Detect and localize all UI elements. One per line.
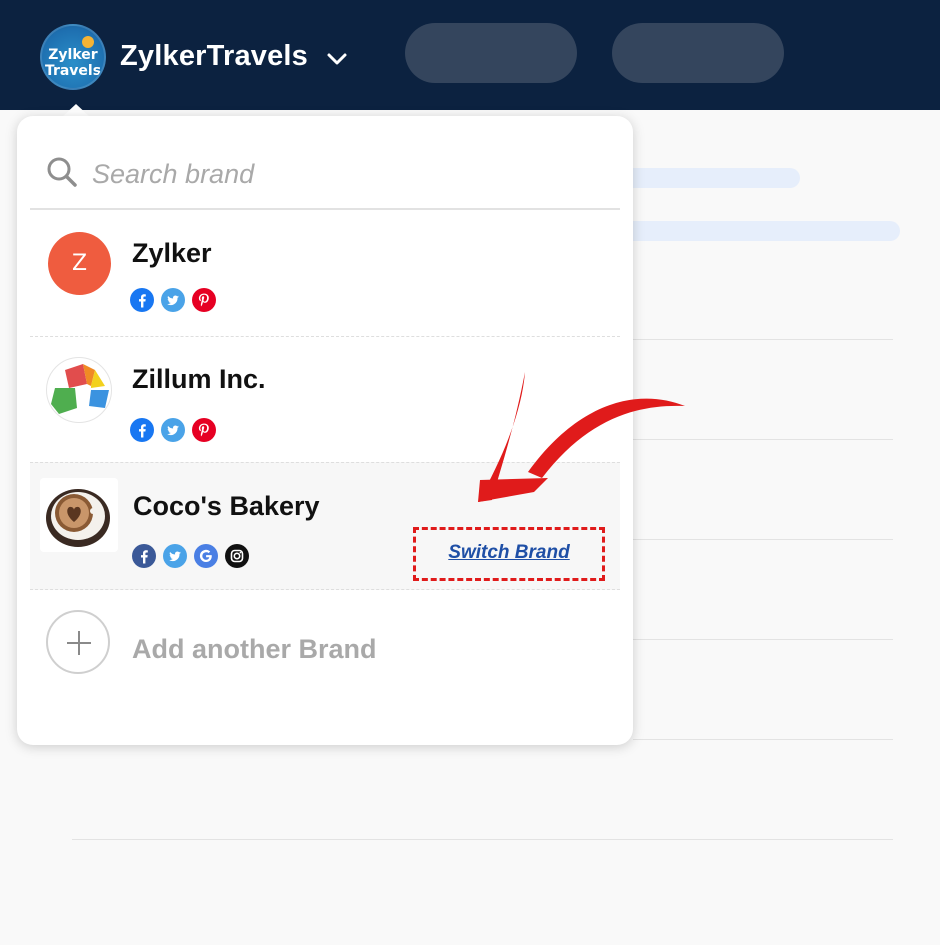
divider xyxy=(633,439,893,440)
nav-placeholder-2[interactable] xyxy=(612,23,784,83)
facebook-icon xyxy=(130,418,154,442)
social-networks xyxy=(132,544,249,568)
brand-item-cocos-bakery[interactable]: Coco's Bakery Switch Brand xyxy=(30,462,620,590)
switch-brand-link[interactable]: Switch Brand xyxy=(416,542,602,564)
zillum-logo-avatar xyxy=(46,357,112,423)
social-networks xyxy=(130,418,216,442)
twitter-icon xyxy=(161,418,185,442)
brand-search xyxy=(30,142,620,210)
logo-text-line2: Travels xyxy=(44,63,102,79)
divider xyxy=(633,639,893,640)
content-placeholder-2 xyxy=(600,221,900,241)
google-icon xyxy=(194,544,218,568)
switch-brand-highlight: Switch Brand xyxy=(413,527,605,581)
plus-icon[interactable] xyxy=(46,610,110,674)
chevron-down-icon[interactable] xyxy=(326,50,348,68)
facebook-icon xyxy=(132,544,156,568)
logo-text-line1: Zylker xyxy=(48,47,98,63)
add-brand-row[interactable]: Add another Brand xyxy=(30,590,620,700)
nav-placeholder-1[interactable] xyxy=(405,23,577,83)
facebook-icon xyxy=(130,288,154,312)
avatar: Z xyxy=(48,232,111,295)
divider xyxy=(633,339,893,340)
brand-item-zillum[interactable]: Zillum Inc. xyxy=(30,336,620,463)
search-brand-input[interactable] xyxy=(92,156,592,192)
pinterest-icon xyxy=(192,418,216,442)
brand-item-zylker[interactable]: Z Zylker xyxy=(30,210,620,337)
divider xyxy=(72,839,893,840)
coffee-cup-avatar xyxy=(40,478,118,552)
search-icon xyxy=(47,157,77,187)
brand-name: Coco's Bakery xyxy=(133,491,320,521)
brand-logo[interactable]: Zylker Travels xyxy=(40,24,106,90)
current-brand-name[interactable]: ZylkerTravels xyxy=(120,40,308,73)
twitter-icon xyxy=(163,544,187,568)
brand-name: Zillum Inc. xyxy=(132,364,266,394)
twitter-icon xyxy=(161,288,185,312)
top-bar: Zylker Travels ZylkerTravels xyxy=(0,0,940,110)
add-brand-label: Add another Brand xyxy=(132,634,377,664)
pinterest-icon xyxy=(192,288,216,312)
social-networks xyxy=(130,288,216,312)
brand-name: Zylker xyxy=(132,238,212,268)
instagram-icon xyxy=(225,544,249,568)
divider xyxy=(633,539,893,540)
divider xyxy=(633,739,893,740)
